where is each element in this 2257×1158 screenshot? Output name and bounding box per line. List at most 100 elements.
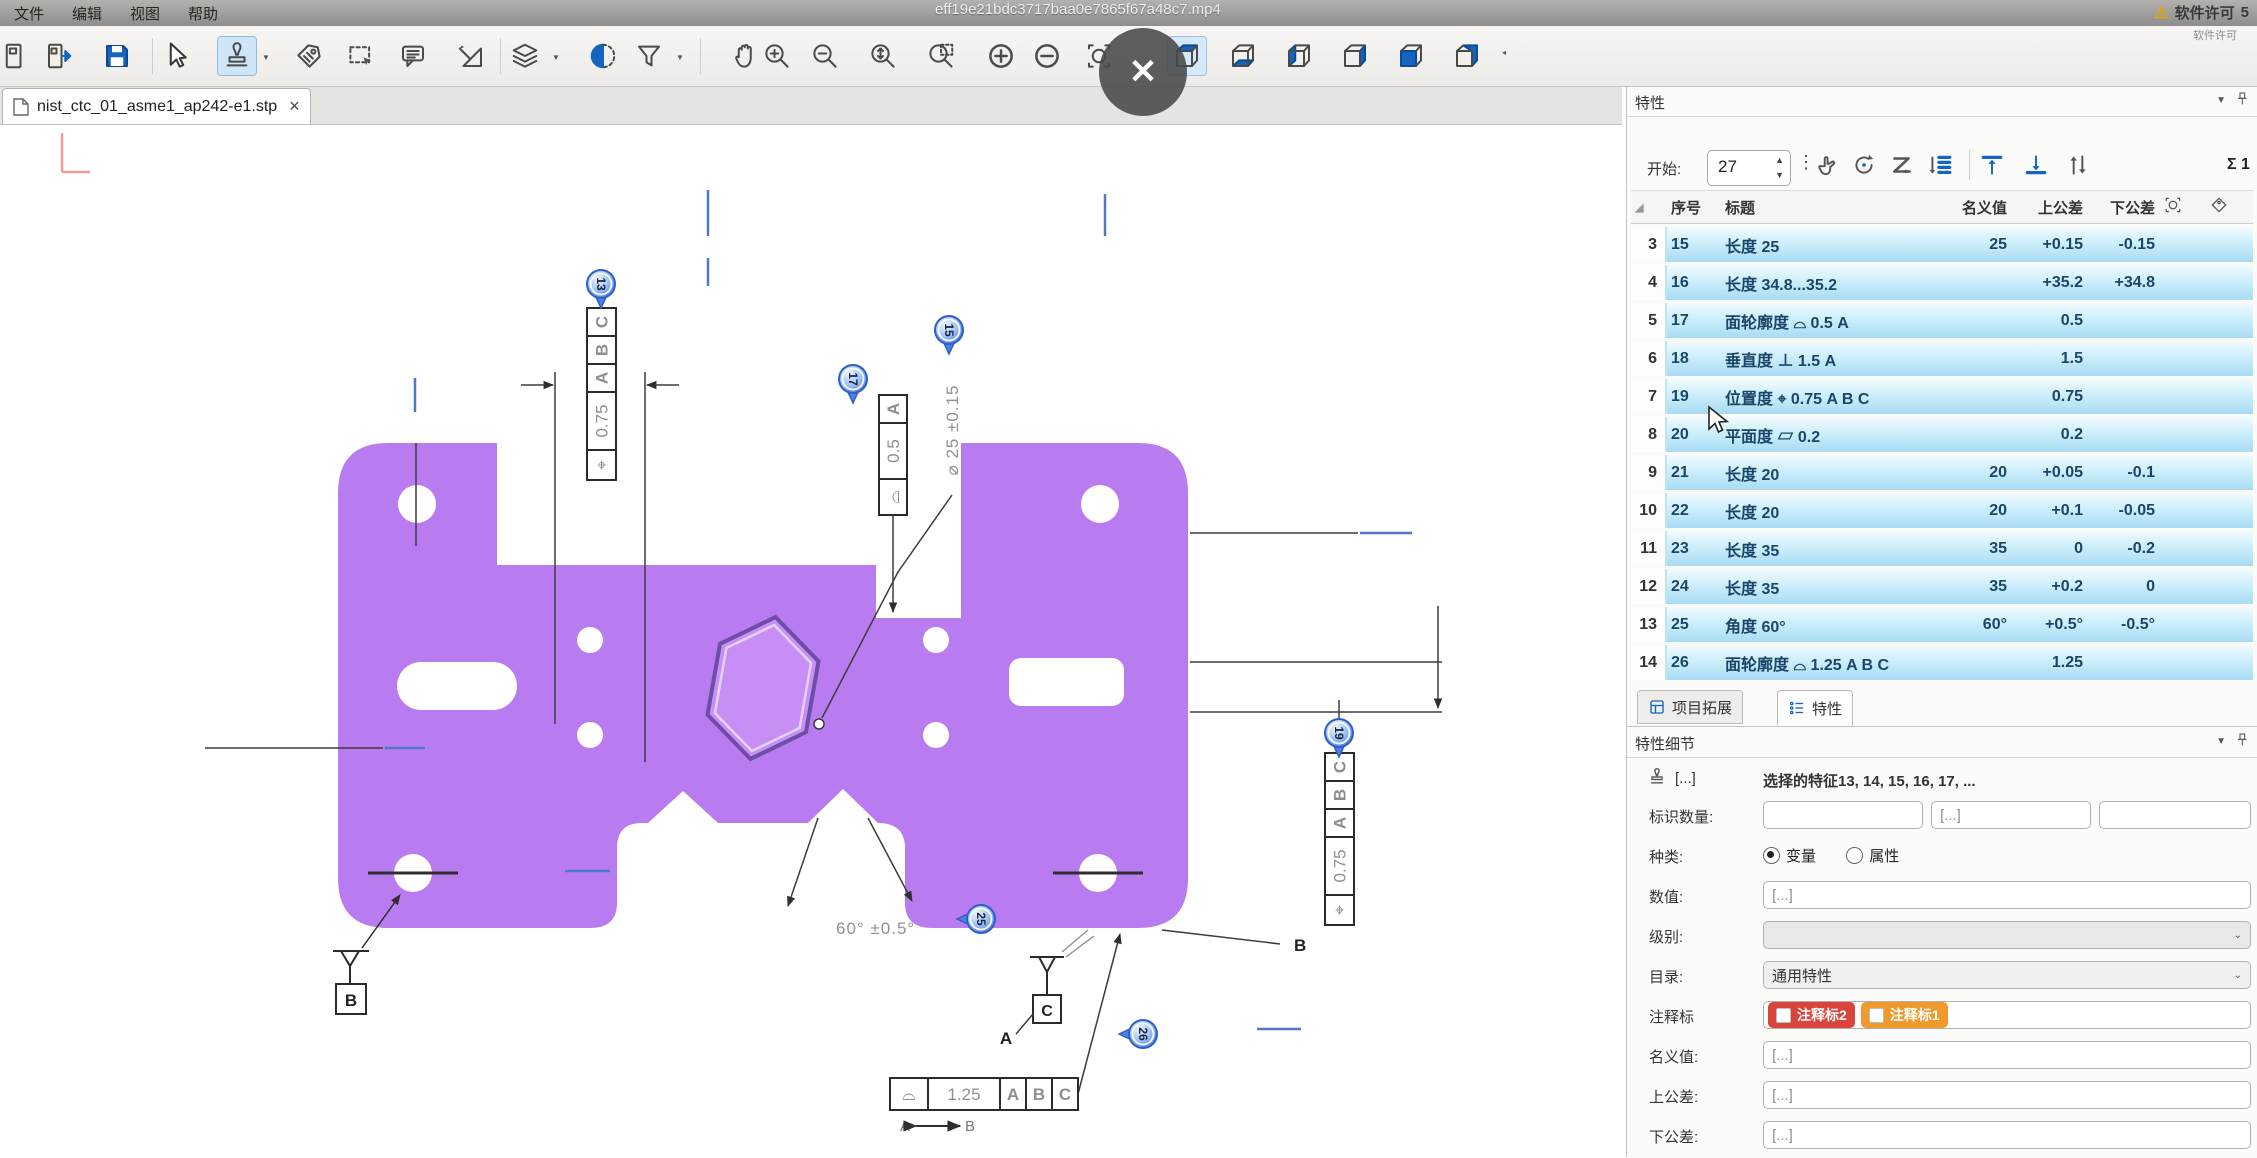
table-row[interactable]: 618垂直度 ⊥ 1.5 A1.5: [1631, 341, 2253, 376]
id-count-input-2[interactable]: [...]: [1931, 801, 2091, 829]
view-cube-left-button[interactable]: [1280, 37, 1318, 75]
comment-button[interactable]: [394, 37, 432, 75]
balloon-13[interactable]: 13: [587, 270, 615, 308]
list-sort-icon[interactable]: [1927, 152, 1953, 182]
toolbar-more[interactable]: ◂: [1502, 48, 1506, 57]
radio-variable[interactable]: 变量: [1763, 845, 1816, 866]
view-cube-right-button[interactable]: [1336, 37, 1374, 75]
menu-file[interactable]: 文件: [0, 3, 58, 24]
chip-checkbox[interactable]: [1869, 1008, 1884, 1023]
balloon-15[interactable]: 15: [935, 316, 963, 354]
small-hole-2[interactable]: [577, 722, 603, 748]
license-warning[interactable]: ⚠ 软件许可 5: [2154, 2, 2249, 23]
table-row[interactable]: 315长度 2525+0.15-0.15: [1631, 227, 2253, 262]
select-region-button[interactable]: [342, 37, 380, 75]
table-row[interactable]: 1325角度 60°60°+0.5°-0.5°: [1631, 607, 2253, 642]
small-hole-3[interactable]: [923, 627, 949, 653]
menu-view[interactable]: 视图: [116, 3, 174, 24]
chip-checkbox[interactable]: [1776, 1008, 1791, 1023]
table-row[interactable]: 416长度 34.8...35.2+35.2+34.8: [1631, 265, 2253, 300]
panel-dropdown-icon[interactable]: ▼: [2216, 95, 2226, 106]
balloon-26[interactable]: 26: [1119, 1020, 1157, 1048]
move-top-icon[interactable]: [1979, 152, 2005, 182]
table-row[interactable]: 517面轮廓度 ⌓ 0.5 A0.5: [1631, 303, 2253, 338]
level-select[interactable]: ⌄: [1763, 921, 2251, 949]
cad-viewport[interactable]: B C A B ⌀ 25 ±0.15 60° ±0.5° A B CBA0.75…: [0, 0, 1622, 1157]
balloon-19[interactable]: 19: [1325, 719, 1353, 757]
save-button[interactable]: [98, 37, 136, 75]
spinner-arrows-icon[interactable]: ▲▼: [1775, 153, 1784, 183]
menu-edit[interactable]: 编辑: [58, 3, 116, 24]
part-geometry[interactable]: [338, 443, 1188, 928]
z-order-icon[interactable]: [1889, 152, 1915, 182]
video-close-overlay[interactable]: ✕: [1099, 28, 1187, 116]
zoom-in-button[interactable]: [758, 37, 796, 75]
select-mode-icon[interactable]: [1815, 152, 1841, 182]
menu-help[interactable]: 帮助: [174, 3, 232, 24]
measure-button[interactable]: [452, 37, 490, 75]
table-row[interactable]: 1426面轮廓度 ⌓ 1.25 A B C1.25: [1631, 645, 2253, 680]
table-header[interactable]: ◢ 序号 标题 名义值 上公差 下公差: [1631, 190, 2253, 224]
details-dropdown-icon[interactable]: ▼: [2216, 736, 2226, 747]
zoom-fit-button[interactable]: [864, 37, 902, 75]
id-count-input-1[interactable]: [1763, 801, 1923, 829]
filter-dropdown[interactable]: ▼: [676, 53, 684, 62]
hole-top-right[interactable]: [1081, 485, 1119, 523]
small-hole-4[interactable]: [923, 722, 949, 748]
section-view-button[interactable]: [584, 37, 622, 75]
value-input[interactable]: [...]: [1763, 881, 2251, 909]
start-spinner[interactable]: 27 ▲▼: [1707, 150, 1791, 186]
id-count-input-3[interactable]: [2099, 801, 2251, 829]
import-button[interactable]: [40, 37, 78, 75]
dim-angle[interactable]: 60° ±0.5°: [836, 919, 915, 938]
zoom-out-button[interactable]: [806, 37, 844, 75]
fcf-19[interactable]: CBA0.75⌖: [1325, 753, 1354, 925]
frame-select-column-icon[interactable]: [2159, 195, 2205, 219]
nominal-input[interactable]: [...]: [1763, 1041, 2251, 1069]
slot-right[interactable]: [1009, 658, 1124, 706]
dim-diameter[interactable]: ⌀ 25 ±0.15: [943, 384, 962, 475]
small-hole-1[interactable]: [577, 627, 603, 653]
radio-attribute[interactable]: 属性: [1846, 845, 1899, 866]
upper-tol-input[interactable]: [...]: [1763, 1081, 2251, 1109]
pin-icon[interactable]: [2234, 91, 2250, 111]
tab-close-icon[interactable]: ×: [289, 96, 300, 117]
select-arrow-button[interactable]: [158, 37, 196, 75]
rotate-icon[interactable]: [1851, 152, 1877, 182]
stamp-button[interactable]: [218, 37, 256, 75]
details-pin-icon[interactable]: [2234, 732, 2250, 752]
table-row[interactable]: 1224长度 3535+0.20: [1631, 569, 2253, 604]
collapse-minus-button[interactable]: [1028, 37, 1066, 75]
spinner-menu-icon[interactable]: ⋮: [1797, 152, 1815, 173]
move-bottom-icon[interactable]: [2023, 152, 2049, 182]
layers-button[interactable]: [506, 37, 544, 75]
fcf-13[interactable]: CBA0.75⌖: [587, 308, 616, 480]
tab-characteristics[interactable]: 特性: [1777, 690, 1853, 726]
expand-plus-button[interactable]: [982, 37, 1020, 75]
hole-top-left[interactable]: [398, 485, 436, 523]
slot-left[interactable]: [397, 662, 517, 710]
catalog-select[interactable]: 通用特性⌄: [1763, 961, 2251, 989]
filter-button[interactable]: [630, 37, 668, 75]
table-row[interactable]: 921长度 2020+0.05-0.1: [1631, 455, 2253, 490]
note-chip-2[interactable]: 注释标2: [1768, 1002, 1855, 1028]
note-chip-1[interactable]: 注释标1: [1861, 1002, 1948, 1028]
view-cube-back-button[interactable]: [1448, 37, 1486, 75]
sort-corner[interactable]: ◢: [1631, 201, 1667, 214]
document-tab[interactable]: nist_ctc_01_asme1_ap242-e1.stp ×: [2, 88, 311, 124]
zoom-window-button[interactable]: [922, 37, 960, 75]
balloon-17[interactable]: 17: [839, 365, 867, 403]
stamp-dropdown[interactable]: ▼: [262, 53, 270, 62]
fcf-17[interactable]: A0.5⌓: [879, 395, 907, 515]
layers-dropdown[interactable]: ▼: [552, 53, 560, 62]
lower-tol-input[interactable]: [...]: [1763, 1121, 2251, 1149]
view-cube-bottom-button[interactable]: [1224, 37, 1262, 75]
fcf-26[interactable]: ⌓1.25ABC: [890, 1078, 1078, 1110]
tag-button[interactable]: [290, 37, 328, 75]
table-row[interactable]: 1022长度 2020+0.1-0.05: [1631, 493, 2253, 528]
reorder-icon[interactable]: [2065, 152, 2091, 182]
open-button[interactable]: [0, 37, 32, 75]
tab-project-expand[interactable]: 项目拓展: [1637, 690, 1743, 724]
table-row[interactable]: 1123长度 35350-0.2: [1631, 531, 2253, 566]
tag-column-icon[interactable]: [2205, 195, 2249, 219]
